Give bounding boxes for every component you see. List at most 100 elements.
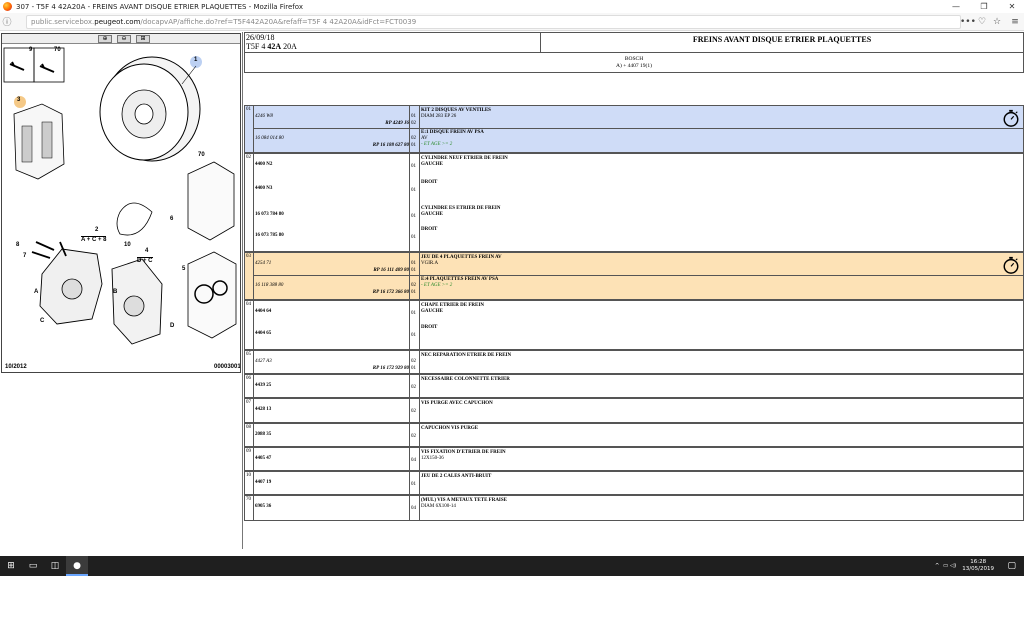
windows-start-icon[interactable]: ⊞ xyxy=(0,556,22,576)
network-icon[interactable]: ▭ xyxy=(943,563,948,569)
brand-row: BOSCH A) + 4407 19(1) xyxy=(244,53,1024,73)
part-quantity: 01 xyxy=(411,235,416,240)
part-quantity: 01 xyxy=(411,261,416,266)
part-row[interactable]: 05 4427 A3 RP 16 172 929 80 02 01 NEC REPARAT… xyxy=(244,350,1024,374)
replacement-reference[interactable]: RP 16 188 627 80 xyxy=(369,143,409,148)
pocket-icon[interactable]: ♡ xyxy=(975,15,989,29)
replacement-reference[interactable]: RP 16 172 929 80 xyxy=(369,366,409,371)
part-description: DROIT xyxy=(421,180,438,185)
url-field[interactable]: public.servicebox. peugeot.com/docapvAP/a… xyxy=(26,15,961,29)
part-number: 03 xyxy=(246,254,251,259)
part-row[interactable]: 10 4407 19 01 JEU DE 2 CALES ANTI-BRUIT xyxy=(244,471,1024,495)
close-button[interactable]: ✕ xyxy=(1000,0,1024,13)
stopwatch-icon[interactable] xyxy=(1002,256,1020,274)
part-reference[interactable]: 4246 W8 xyxy=(255,114,273,119)
restore-button[interactable]: ❐ xyxy=(972,0,996,13)
part-reference[interactable]: 16 084 014 80 xyxy=(255,136,284,141)
replacement-reference[interactable]: RP 16 111 409 80 xyxy=(369,268,409,273)
page-actions-icon[interactable]: ••• xyxy=(960,15,976,29)
zoom-in-icon[interactable]: ⊕ xyxy=(98,35,112,43)
part-description: - ET AGE >= 2 xyxy=(421,283,453,288)
part-quantity-secondary: 02 xyxy=(411,121,416,126)
column-divider xyxy=(419,399,420,422)
replacement-reference[interactable]: RP 16 172 366 80 xyxy=(369,290,409,295)
column-divider xyxy=(419,375,420,397)
part-reference[interactable]: 4439 25 xyxy=(255,383,271,388)
part-quantity: 04 xyxy=(411,506,416,511)
part-row[interactable]: 02 4400 N2 01 CYLINDRE NEUF ETRIER DE FREIN… xyxy=(244,153,1024,252)
page-title: FREINS AVANT DISQUE ETRIER PLAQUETTES xyxy=(541,32,1024,53)
part-row[interactable]: 03 4254 71 RP 16 111 409 80 01 01 JEU DE 4 PL… xyxy=(244,252,1024,300)
diagram-label: A + C + 8 xyxy=(81,236,107,243)
firefox-taskbar-icon[interactable]: ● xyxy=(66,556,88,576)
line-divider xyxy=(253,275,1023,276)
part-row[interactable]: 04 4404 64 01 CHAPE ETRIER DE FREIN GAUCHE 44… xyxy=(244,300,1024,350)
part-quantity-secondary: 01 xyxy=(411,143,416,148)
notifications-icon[interactable]: ▢ xyxy=(1007,561,1016,571)
part-quantity-secondary: 01 xyxy=(411,366,416,371)
part-description: JEU DE 2 CALES ANTI-BRUIT xyxy=(421,474,492,479)
minimize-button[interactable]: — xyxy=(944,0,968,13)
diagram-label: B xyxy=(113,289,118,295)
info-icon[interactable]: ⓘ xyxy=(0,15,14,28)
part-description: 12X150-36 xyxy=(421,456,444,461)
volume-icon[interactable]: ◁) xyxy=(950,563,956,569)
brand-name: BOSCH xyxy=(624,56,644,62)
header-date: 26/09/18 xyxy=(246,33,275,42)
part-description: GAUCHE xyxy=(421,212,443,217)
part-reference[interactable]: 16 118 388 80 xyxy=(255,283,283,288)
part-reference[interactable]: 2088 35 xyxy=(255,432,271,437)
diagram-date: 10/2012 xyxy=(5,364,27,370)
clock[interactable]: 16:28 13/05/2019 xyxy=(962,559,994,573)
part-reference[interactable]: 4407 19 xyxy=(255,480,271,485)
part-quantity-secondary: 01 xyxy=(411,290,416,295)
header-info: 26/09/18 T5F 4 42A 20A xyxy=(244,32,541,53)
replacement-reference[interactable]: RP 4249 J6 xyxy=(369,121,409,126)
part-description: GAUCHE xyxy=(421,162,443,167)
column-divider xyxy=(253,351,254,373)
part-quantity-secondary: 01 xyxy=(411,268,416,273)
column-divider xyxy=(419,448,420,470)
column-divider xyxy=(409,375,410,397)
part-quantity: 01 xyxy=(411,214,416,219)
store-icon[interactable]: ◫ xyxy=(44,556,66,576)
column-divider xyxy=(253,253,254,299)
part-row[interactable]: 07 4428 13 02 VIS PURGE AVEC CAPUCHON xyxy=(244,398,1024,423)
file-explorer-icon[interactable]: ▭ xyxy=(22,556,44,576)
column-divider xyxy=(409,472,410,494)
zoom-fit-icon[interactable]: ⊞ xyxy=(136,35,150,43)
part-row[interactable]: 09 4405 47 04 VIS FIXATION D'ETRIER DE FREI… xyxy=(244,447,1024,471)
part-reference[interactable]: 4405 47 xyxy=(255,456,271,461)
chevron-up-icon[interactable]: ^ xyxy=(935,563,940,569)
diagram-label: 7 xyxy=(23,253,27,259)
part-row[interactable]: 08 2088 35 02 CAPUCHON VIS PURGE xyxy=(244,423,1024,447)
part-reference[interactable]: 4404 65 xyxy=(255,331,271,336)
part-row[interactable]: 70 6905 36 04 (MUL) VIS A METAUX TETE FRAIS… xyxy=(244,495,1024,521)
part-row[interactable]: 01 4246 W8 RP 4249 J6 01 02 KIT 2 DISQUES AV … xyxy=(244,105,1024,153)
part-reference[interactable]: 4254 71 xyxy=(255,261,271,266)
part-reference[interactable]: 16 073 784 80 xyxy=(255,212,284,217)
navigation-toolbar: ⓘ public.servicebox. peugeot.com/docapvAP… xyxy=(0,13,1024,31)
part-reference[interactable]: 4427 A3 xyxy=(255,359,272,364)
part-reference[interactable]: 4404 64 xyxy=(255,309,271,314)
part-reference[interactable]: 16 073 785 80 xyxy=(255,233,284,238)
part-row[interactable]: 06 4439 25 02 NECESSAIRE COLONNETTE ETRIER xyxy=(244,374,1024,398)
part-reference[interactable]: 4400 N3 xyxy=(255,186,272,191)
part-description: GAUCHE xyxy=(421,309,443,314)
system-tray: ^ ▭ ◁) 16:28 13/05/2019 xyxy=(935,556,994,576)
stopwatch-icon[interactable] xyxy=(1002,109,1020,127)
exploded-diagram[interactable]: ⊕ ⊖ ⊞ 9 70 1 3 70 2 A + C + 8 6 8 7 10 4… xyxy=(1,33,241,373)
bookmark-star-icon[interactable]: ☆ xyxy=(990,15,1004,29)
part-reference[interactable]: 4428 13 xyxy=(255,407,271,412)
menu-icon[interactable]: ≡ xyxy=(1008,15,1022,29)
part-number: 07 xyxy=(246,400,251,405)
diagram-label: 9 xyxy=(29,47,33,53)
zoom-out-icon[interactable]: ⊖ xyxy=(117,35,131,43)
parts-pane: 26/09/18 T5F 4 42A 20A FREINS AVANT DISQ… xyxy=(244,32,1024,549)
firefox-icon xyxy=(3,2,12,11)
diagram-label: 4 xyxy=(145,248,149,254)
part-reference[interactable]: 6905 36 xyxy=(255,504,271,509)
diagram-ref: 00003001 xyxy=(214,364,241,370)
header-model: T5F 4 42A 20A xyxy=(246,42,297,51)
part-reference[interactable]: 4400 N2 xyxy=(255,162,272,167)
